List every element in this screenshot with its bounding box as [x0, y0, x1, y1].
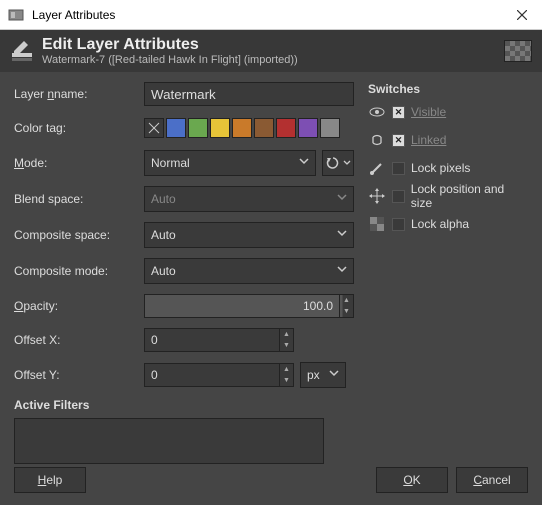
layer-name-input[interactable] [144, 82, 354, 106]
dialog-footer: Help OK Cancel [14, 467, 528, 493]
color-tag-none[interactable] [144, 118, 164, 138]
chevron-down-icon [337, 192, 347, 202]
lock-alpha-checkbox[interactable] [392, 218, 405, 231]
dialog-title: Edit Layer Attributes [42, 36, 504, 54]
visible-checkbox[interactable]: ✕ [392, 106, 405, 119]
color-tag-orange[interactable] [232, 118, 252, 138]
switches-title: Switches [368, 82, 528, 96]
layer-preview [504, 40, 532, 62]
blend-space-label: Blend space: [14, 192, 144, 206]
switch-lock-position: Lock position and size [368, 186, 528, 206]
dialog-subtitle: Watermark-7 ([Red-tailed Hawk In Flight]… [42, 54, 504, 66]
help-button[interactable]: Help [14, 467, 86, 493]
blend-space-select[interactable]: Auto [144, 186, 354, 212]
opacity-spinner[interactable]: 100.0 ▲▼ [144, 294, 354, 318]
lock-position-checkbox[interactable] [392, 190, 405, 203]
spinner-arrows[interactable]: ▲▼ [279, 364, 293, 386]
offset-x-label: Offset X: [14, 333, 144, 347]
color-tag-picker [144, 118, 340, 138]
spinner-arrows[interactable]: ▲▼ [279, 329, 293, 351]
app-icon [8, 7, 24, 23]
composite-space-label: Composite space: [14, 228, 144, 242]
switch-lock-pixels: Lock pixels [368, 158, 528, 178]
mode-label: Mode: [14, 156, 144, 170]
color-tag-label: Color tag: [14, 121, 144, 135]
ok-button[interactable]: OK [376, 467, 448, 493]
composite-mode-label: Composite mode: [14, 264, 144, 278]
link-icon [368, 133, 386, 147]
opacity-label: Opacity: [14, 299, 144, 313]
color-tag-brown[interactable] [254, 118, 274, 138]
mode-reset-button[interactable] [322, 150, 354, 176]
checker-icon [368, 217, 386, 231]
lock-alpha-label: Lock alpha [411, 217, 469, 231]
cancel-button[interactable]: Cancel [456, 467, 528, 493]
eye-icon [368, 106, 386, 118]
offset-y-label: Offset Y: [14, 368, 144, 382]
edit-icon [10, 39, 34, 63]
color-tag-purple[interactable] [298, 118, 318, 138]
spinner-arrows[interactable]: ▲▼ [339, 295, 353, 317]
window-title: Layer Attributes [32, 8, 502, 22]
lock-pixels-label: Lock pixels [411, 161, 470, 175]
switch-linked: ✕ Linked [368, 130, 528, 150]
offset-y-spinner[interactable]: 0 ▲▼ [144, 363, 294, 387]
color-tag-green[interactable] [188, 118, 208, 138]
color-tag-gray[interactable] [320, 118, 340, 138]
color-tag-yellow[interactable] [210, 118, 230, 138]
brush-icon [368, 160, 386, 176]
active-filters-list[interactable] [14, 418, 324, 464]
switch-visible: ✕ Visible [368, 102, 528, 122]
chevron-down-icon [337, 264, 347, 274]
chevron-down-icon [299, 156, 309, 166]
close-button[interactable] [502, 0, 542, 30]
offset-x-spinner[interactable]: 0 ▲▼ [144, 328, 294, 352]
visible-label: Visible [411, 105, 446, 119]
mode-select[interactable]: Normal [144, 150, 316, 176]
composite-space-select[interactable]: Auto [144, 222, 354, 248]
layer-name-label: Layer nname: [14, 87, 144, 101]
color-tag-blue[interactable] [166, 118, 186, 138]
dialog-header: Edit Layer Attributes Watermark-7 ([Red-… [0, 30, 542, 72]
titlebar: Layer Attributes [0, 0, 542, 30]
linked-label: Linked [411, 133, 446, 147]
reset-icon [326, 156, 340, 170]
lock-position-label: Lock position and size [411, 182, 528, 210]
lock-pixels-checkbox[interactable] [392, 162, 405, 175]
unit-select[interactable]: px [300, 362, 346, 388]
composite-mode-select[interactable]: Auto [144, 258, 354, 284]
active-filters-label: Active Filters [14, 398, 354, 412]
chevron-down-icon [337, 228, 347, 238]
chevron-down-icon [343, 159, 351, 167]
color-tag-red[interactable] [276, 118, 296, 138]
linked-checkbox[interactable]: ✕ [392, 134, 405, 147]
move-icon [368, 188, 386, 204]
chevron-down-icon [329, 368, 339, 378]
switch-lock-alpha: Lock alpha [368, 214, 528, 234]
